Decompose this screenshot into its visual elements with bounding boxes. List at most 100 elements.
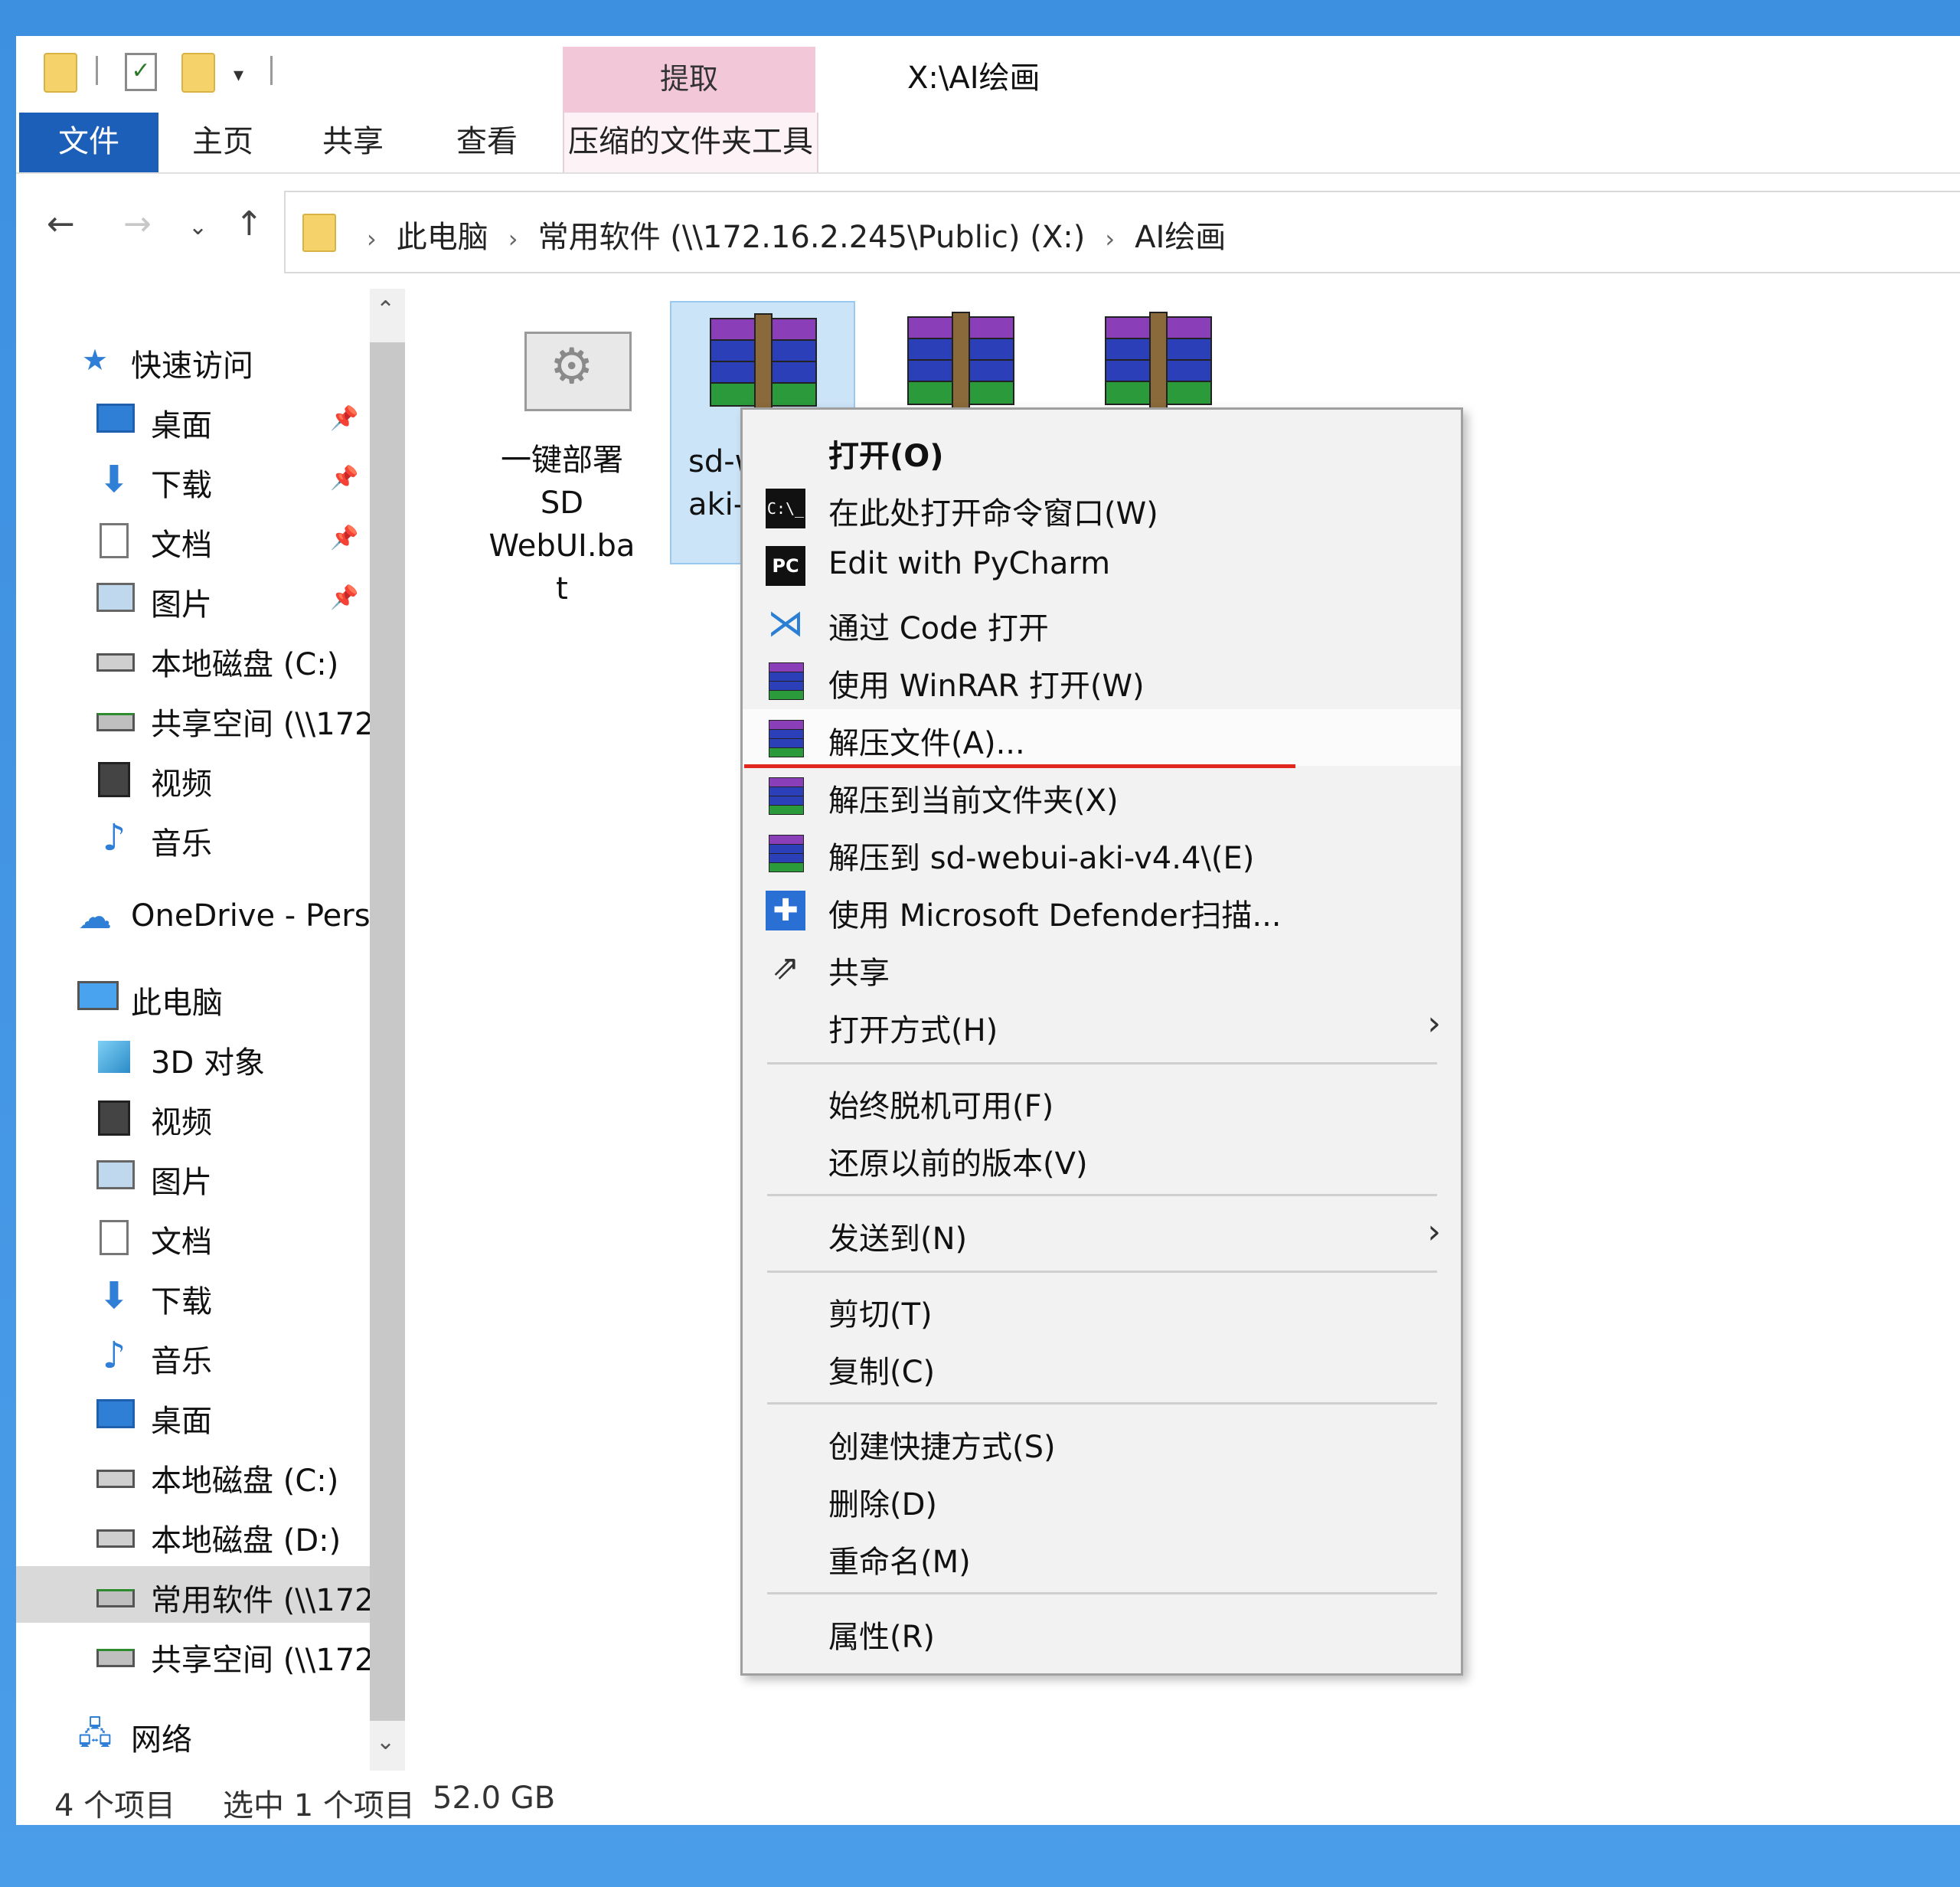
back-arrow-icon[interactable]: ← [47,204,75,244]
chevron-right-icon[interactable]: › [367,224,377,253]
sidebar-item-network[interactable]: 🖧 网络 [16,1705,370,1762]
desktop-icon [96,404,135,436]
breadcrumb-this-pc[interactable]: 此电脑 [397,220,488,255]
item-count: 4 个项目 [54,1788,176,1823]
breadcrumb-current-folder[interactable]: AI绘画 [1135,220,1226,255]
menu-item-open[interactable]: 打开(O) [743,422,1461,479]
cloud-icon: ☁ [78,898,112,937]
sidebar-item-pc-local-disk-d[interactable]: 本地磁盘 (D:) [16,1506,370,1563]
sidebar-item-documents[interactable]: 文档 📌 [16,511,370,567]
address-bar[interactable]: › 此电脑 › 常用软件 (\\172.16.2.245\Public) (X:) › A… [284,191,1960,273]
highlight-underline [744,764,1295,768]
chevron-right-icon[interactable]: › [1105,224,1115,253]
sidebar-item-onedrive[interactable]: ☁ OneDrive - Pers [16,889,370,946]
sidebar-item-quick-access[interactable]: ★ 快速访问 [16,332,370,388]
menu-item-delete[interactable]: 删除(D) [743,1470,1461,1527]
menu-item-properties[interactable]: 属性(R) [743,1603,1461,1660]
submenu-arrow-icon: › [1427,1004,1441,1043]
menu-item-extract-files[interactable]: 解压文件(A)... [743,709,1461,766]
menu-item-open-with-winrar[interactable]: 使用 WinRAR 打开(W) [743,652,1461,708]
menu-item-defender-scan[interactable]: ✚ 使用 Microsoft Defender扫描... [743,881,1461,938]
pin-icon[interactable]: 📌 [330,465,358,492]
network-drive-icon [96,1638,135,1670]
sidebar-item-pc-downloads[interactable]: ⬇ 下载 [16,1267,370,1324]
scroll-down-chevron-icon[interactable]: ⌄ [376,1728,395,1755]
window-title: X:\AI绘画 [907,61,1040,96]
menu-separator [767,1402,1437,1405]
network-icon: 🖧 [77,1716,113,1751]
drive-icon [96,1519,135,1551]
menu-item-rename[interactable]: 重命名(M) [743,1528,1461,1584]
sidebar-item-this-pc[interactable]: 此电脑 [16,969,370,1025]
menu-separator [767,1271,1437,1273]
menu-item-extract-to-folder[interactable]: 解压到 sd-webui-aki-v4.4\(E) [743,824,1461,881]
music-note-icon: ♪ [102,1334,126,1377]
forward-arrow-icon[interactable]: → [123,204,152,244]
drive-icon [96,643,135,675]
breadcrumb: › 此电脑 › 常用软件 (\\172.16.2.245\Public) (X:) › A… [347,212,1226,257]
sidebar-item-pc-desktop[interactable]: 桌面 [16,1387,370,1444]
sidebar-item-pc-local-disk-c[interactable]: 本地磁盘 (C:) [16,1447,370,1503]
up-arrow-icon[interactable]: ↑ [235,204,263,244]
tab-compressed-folder-tools[interactable]: 压缩的文件夹工具 [563,113,818,172]
sidebar-item-pc-music[interactable]: ♪ 音乐 [16,1327,370,1384]
menu-item-open-with-code[interactable]: ⋊ 通过 Code 打开 [743,594,1461,651]
sidebar-scrollbar-thumb[interactable] [370,342,405,1721]
menu-item-open-with[interactable]: 打开方式(H) › [743,996,1461,1053]
toolbar-separator [96,56,98,85]
pin-icon[interactable]: 📌 [330,405,358,432]
folder-icon[interactable] [44,53,77,93]
cmd-icon: C:\_ [766,489,805,528]
menu-item-edit-with-pycharm[interactable]: PC Edit with PyCharm [743,537,1461,594]
menu-item-create-shortcut[interactable]: 创建快捷方式(S) [743,1413,1461,1470]
tab-share[interactable]: 共享 [307,113,399,172]
tab-view[interactable]: 查看 [441,113,533,172]
menu-item-open-cmd-here[interactable]: C:\_ 在此处打开命令窗口(W) [743,479,1461,536]
winrar-archive-icon [710,313,817,411]
sidebar-item-pc-documents[interactable]: 文档 [16,1208,370,1264]
properties-check-icon[interactable]: ✓ [125,53,157,91]
customize-dropdown-icon[interactable]: ▾ [234,64,243,87]
scroll-up-chevron-icon[interactable]: ⌃ [376,296,395,323]
menu-item-extract-here[interactable]: 解压到当前文件夹(X) [743,767,1461,823]
defender-shield-icon: ✚ [766,891,805,930]
recent-locations-chevron-icon[interactable]: ⌄ [188,214,207,240]
tab-file[interactable]: 文件 [19,113,158,172]
menu-item-copy[interactable]: 复制(C) [743,1338,1461,1395]
sidebar-item-downloads[interactable]: ⬇ 下载 📌 [16,451,370,508]
tab-home[interactable]: 主页 [177,113,269,172]
new-folder-icon[interactable] [181,53,215,93]
sidebar-item-local-disk-c[interactable]: 本地磁盘 (C:) [16,630,370,687]
context-group-extract: 提取 [563,47,815,113]
sidebar-item-music[interactable]: ♪ 音乐 [16,809,370,866]
sidebar-item-common-software[interactable]: 常用软件 (\\172 [16,1566,370,1623]
sidebar-item-pc-shared-space[interactable]: 共享空间 (\\172 [16,1626,370,1683]
download-arrow-icon: ⬇ [98,458,130,501]
pin-icon[interactable]: 📌 [330,584,358,611]
menu-item-restore-previous[interactable]: 还原以前的版本(V) [743,1130,1461,1186]
video-icon [96,762,132,797]
sidebar-item-pc-pictures[interactable]: 图片 [16,1148,370,1205]
sidebar-item-pc-videos[interactable]: 视频 [16,1088,370,1145]
navigation-bar: ← → ⌄ ↑ › 此电脑 › 常用软件 (\\172.16.2.245\Public… [16,174,1960,289]
file-item-bat[interactable]: 一键部署 SD WebUI.ba t [471,301,653,607]
sidebar-item-3d-objects[interactable]: 3D 对象 [16,1029,370,1085]
menu-item-send-to[interactable]: 发送到(N) › [743,1205,1461,1261]
selection-count: 选中 1 个项目 [223,1788,415,1823]
pin-icon[interactable]: 📌 [330,525,358,551]
breadcrumb-drive-x[interactable]: 常用软件 (\\172.16.2.245\Public) (X:) [538,220,1086,255]
menu-item-share[interactable]: ⇗ 共享 [743,939,1461,996]
chevron-right-icon[interactable]: › [508,224,518,253]
sidebar-item-videos[interactable]: 视频 [16,750,370,806]
winrar-icon [766,718,805,758]
context-menu: 打开(O) C:\_ 在此处打开命令窗口(W) PC Edit with PyC… [740,407,1463,1676]
sidebar-item-pictures[interactable]: 图片 📌 [16,571,370,627]
winrar-archive-icon [1105,312,1212,410]
menu-item-always-offline[interactable]: 始终脱机可用(F) [743,1072,1461,1129]
menu-item-cut[interactable]: 剪切(T) [743,1280,1461,1337]
sidebar-item-desktop[interactable]: 桌面 📌 [16,391,370,448]
video-icon [96,1100,132,1136]
folder-icon [302,214,336,252]
menu-separator [767,1062,1437,1065]
sidebar-item-shared-space[interactable]: 共享空间 (\\172 [16,690,370,747]
